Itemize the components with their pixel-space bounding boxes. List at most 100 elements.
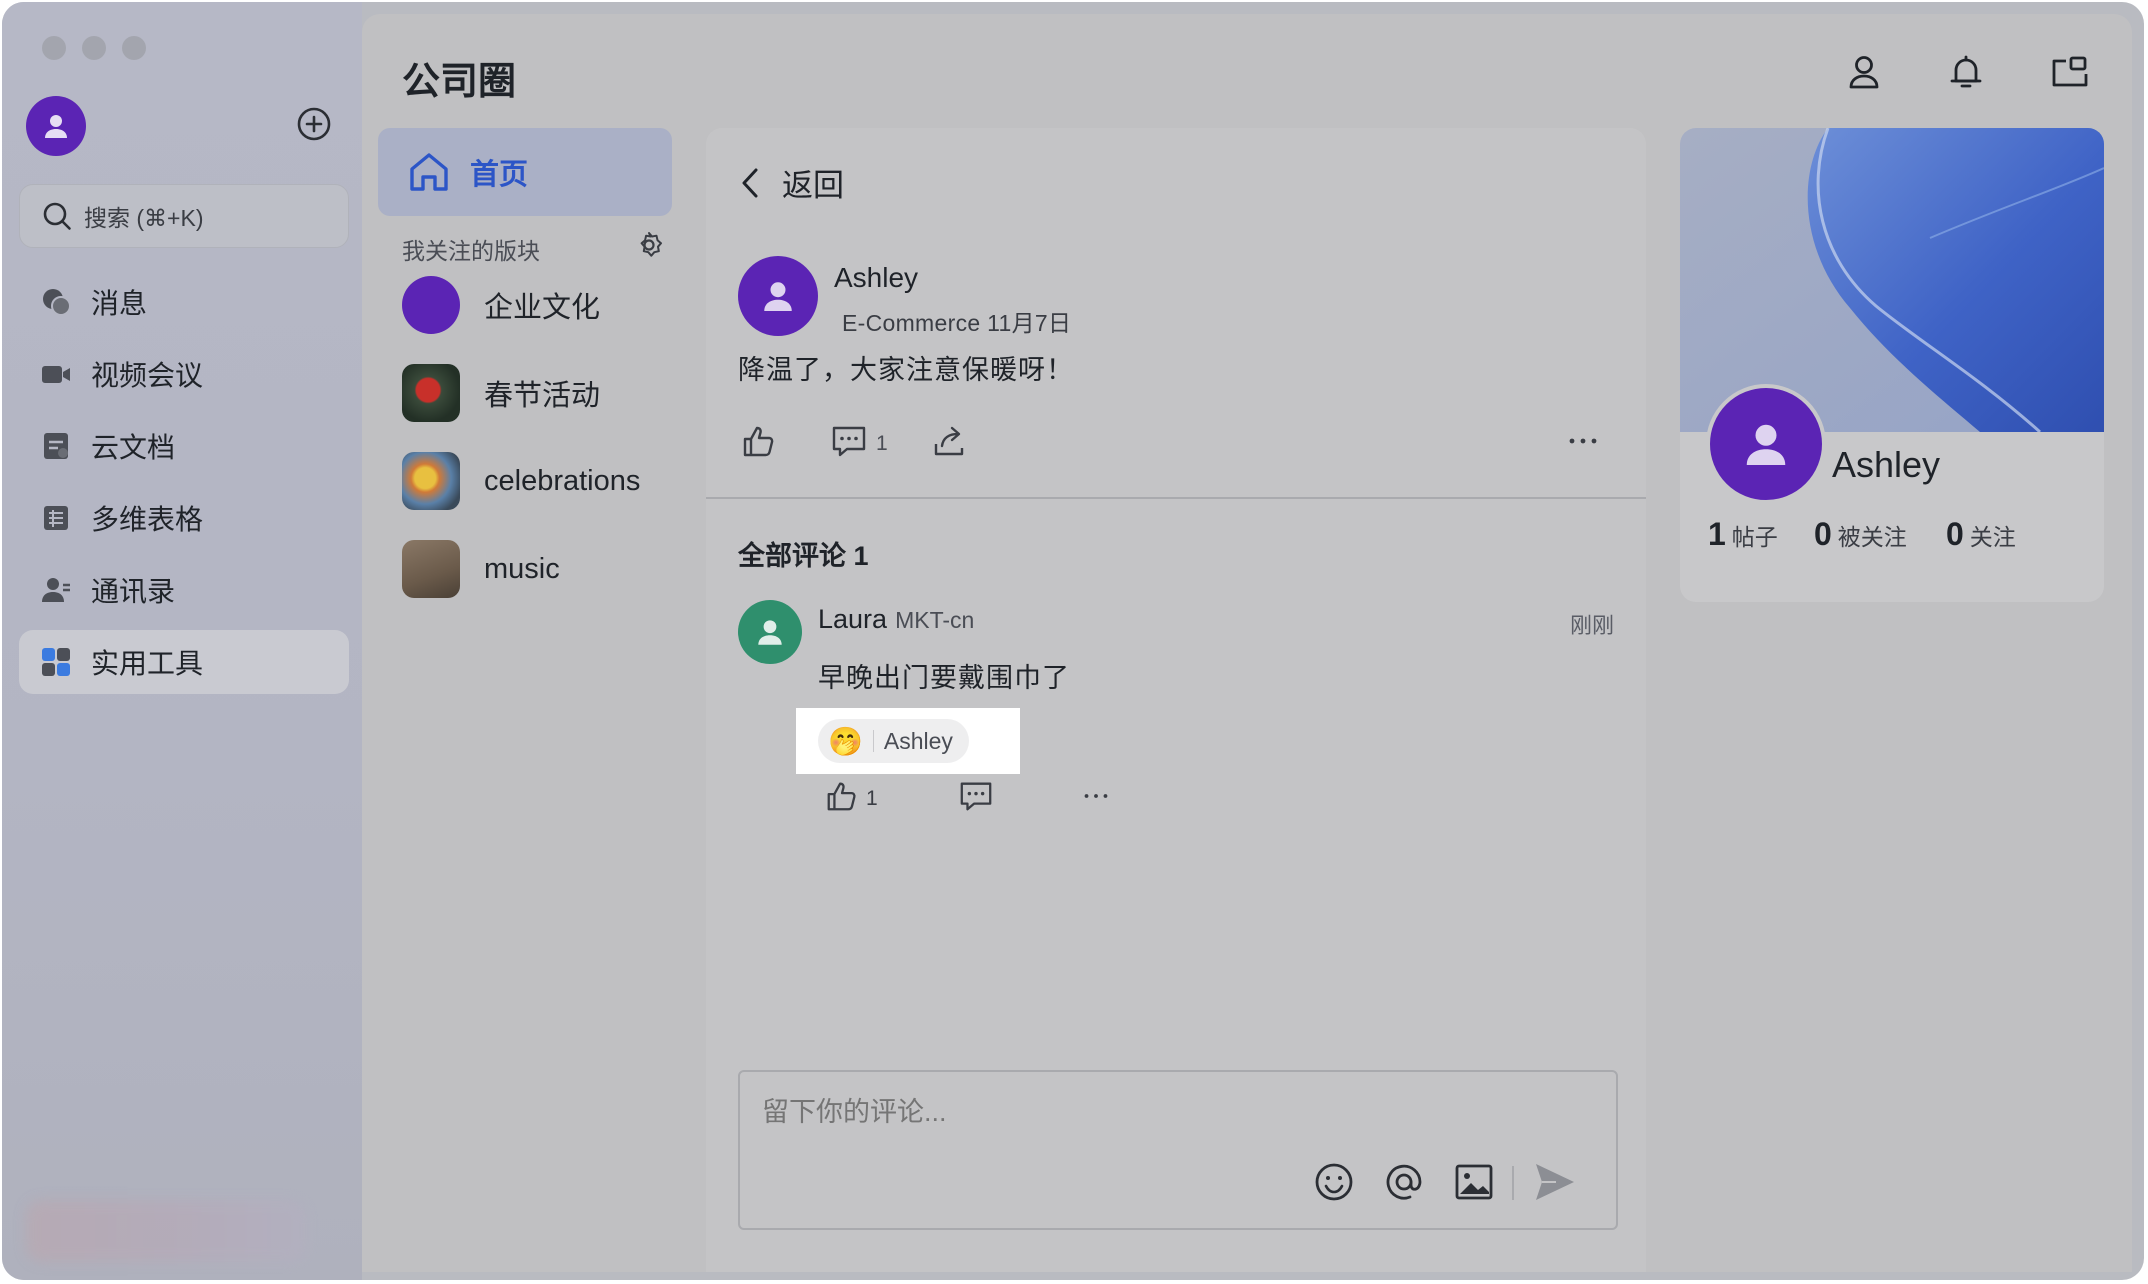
- section-item-label: 企业文化: [484, 292, 601, 324]
- main-panel: 公司圈 首页 我关注的版块 企业文化 春节活动 celebrations mus…: [362, 14, 2132, 1272]
- composer-divider: [1512, 1166, 1514, 1200]
- reaction-highlight: 🤭 Ashley: [796, 708, 1020, 774]
- window-zoom-button[interactable]: [122, 36, 146, 60]
- post-author-name[interactable]: Ashley: [834, 262, 918, 294]
- post-author-avatar[interactable]: [738, 256, 818, 336]
- comment-icon: [960, 782, 992, 811]
- profile-following-stat[interactable]: 0 关注: [1946, 516, 2016, 553]
- send-icon[interactable]: [1532, 1160, 1576, 1204]
- user-avatar[interactable]: [26, 96, 86, 156]
- bell-icon: [1950, 55, 1982, 88]
- sidebar-item-label: 通讯录: [91, 576, 176, 607]
- window-close-button[interactable]: [42, 36, 66, 60]
- sidebar-item-base[interactable]: 多维表格: [19, 486, 349, 550]
- profile-name[interactable]: Ashley: [1832, 444, 1940, 486]
- document-icon: [44, 433, 68, 459]
- share-icon: [934, 426, 964, 456]
- person-icon: [1746, 424, 1786, 465]
- section-thumbnail: [402, 276, 460, 334]
- add-button[interactable]: [296, 106, 332, 142]
- thumbs-up-icon: [743, 426, 774, 457]
- comment-author-dept: MKT-cn: [895, 607, 975, 633]
- comment-like-button[interactable]: 1: [824, 778, 878, 814]
- more-horizontal-icon: [1084, 794, 1108, 798]
- reaction-emoji: 🤭: [828, 725, 863, 757]
- comment-icon: [832, 426, 866, 457]
- section-item-celebrations[interactable]: celebrations: [402, 452, 640, 510]
- window-minimize-button[interactable]: [82, 36, 106, 60]
- tools-icon: [42, 648, 70, 676]
- chat-icon: [43, 289, 71, 316]
- comment-composer: [738, 1070, 1618, 1230]
- section-thumbnail: [402, 540, 460, 598]
- comment-author[interactable]: Laura MKT-cn: [818, 604, 974, 635]
- followed-sections-heading: 我关注的版块: [402, 238, 540, 264]
- section-item-label: 春节活动: [484, 380, 601, 412]
- post-like-button[interactable]: [740, 422, 778, 460]
- followers-label: 被关注: [1837, 524, 1907, 550]
- back-label: 返回: [782, 168, 844, 203]
- profile-banner: [1680, 128, 2104, 432]
- emoji-icon[interactable]: [1312, 1160, 1356, 1204]
- comment-author-name: Laura: [818, 604, 888, 634]
- comment-timestamp: 刚刚: [1569, 613, 1614, 638]
- post-comment-button[interactable]: 1: [830, 422, 888, 460]
- reaction-pill[interactable]: 🤭 Ashley: [818, 719, 969, 763]
- more-horizontal-icon: [1569, 438, 1597, 444]
- person-outline-icon: [1849, 56, 1879, 89]
- open-window-button[interactable]: [2050, 52, 2090, 92]
- comments-heading: 全部评论 1: [738, 541, 869, 571]
- search-bar[interactable]: 搜索 (⌘+K): [19, 184, 349, 248]
- profile-button[interactable]: [1844, 52, 1884, 92]
- section-item-spring-festival[interactable]: 春节活动: [402, 364, 600, 422]
- comment-author-avatar[interactable]: [738, 600, 802, 664]
- profile-avatar[interactable]: [1706, 384, 1826, 504]
- sections-settings-button[interactable]: [634, 230, 664, 260]
- reaction-separator: [872, 730, 874, 752]
- post-comment-count: 1: [876, 432, 888, 455]
- sidebar-nav: 消息 视频会议 云文档 多维表格 通讯录 实用工具: [19, 270, 349, 702]
- mention-icon[interactable]: [1382, 1160, 1426, 1204]
- page-title: 公司圈: [402, 61, 517, 103]
- window-icon: [2052, 56, 2088, 87]
- divider: [706, 497, 1646, 499]
- sidebar-item-label: 消息: [91, 288, 148, 319]
- comment-more-button[interactable]: [1078, 778, 1114, 814]
- sidebar-item-video-meeting[interactable]: 视频会议: [19, 342, 349, 406]
- contacts-icon: [42, 578, 70, 602]
- section-item-music[interactable]: music: [402, 540, 560, 598]
- profile-card: Ashley 1 帖子 0 被关注 0 关注: [1680, 128, 2104, 602]
- sidebar-item-tools[interactable]: 实用工具: [19, 630, 349, 694]
- sidebar-item-contacts[interactable]: 通讯录: [19, 558, 349, 622]
- comment-reply-button[interactable]: [958, 778, 994, 814]
- section-thumbnail: [402, 364, 460, 422]
- plus-circle-icon: [297, 107, 331, 141]
- section-home[interactable]: 首页: [378, 128, 672, 216]
- section-item-culture[interactable]: 企业文化: [402, 276, 600, 334]
- app-window: 搜索 (⌘+K) 消息 视频会议 云文档 多维表格 通讯录 实用工具 公司圈 首…: [2, 2, 2144, 1280]
- sidebar-item-label: 云文档: [91, 432, 176, 463]
- comment-like-count: 1: [866, 787, 878, 810]
- thumbs-up-icon: [827, 782, 856, 811]
- sidebar-item-label: 视频会议: [91, 360, 204, 391]
- post-share-button[interactable]: [930, 422, 968, 460]
- search-placeholder: 搜索 (⌘+K): [84, 205, 204, 231]
- person-icon: [758, 620, 782, 645]
- sidebar-item-docs[interactable]: 云文档: [19, 414, 349, 478]
- profile-followers-stat[interactable]: 0 被关注: [1814, 516, 1907, 553]
- reaction-user: Ashley: [883, 727, 953, 754]
- sidebar-item-messages[interactable]: 消息: [19, 270, 349, 334]
- post-more-button[interactable]: [1564, 422, 1602, 460]
- section-item-label: music: [484, 552, 560, 585]
- following-count: 0: [1946, 516, 1964, 552]
- following-label: 关注: [1969, 524, 2016, 550]
- comment-input[interactable]: [760, 1096, 1464, 1129]
- home-icon: [410, 153, 448, 191]
- blurred-footer: [26, 1200, 306, 1262]
- notifications-button[interactable]: [1946, 52, 1986, 92]
- image-icon[interactable]: [1452, 1160, 1496, 1204]
- video-icon: [42, 366, 70, 383]
- back-button[interactable]: 返回: [736, 160, 844, 205]
- section-home-label: 首页: [470, 159, 529, 191]
- profile-posts-stat[interactable]: 1 帖子: [1708, 516, 1778, 553]
